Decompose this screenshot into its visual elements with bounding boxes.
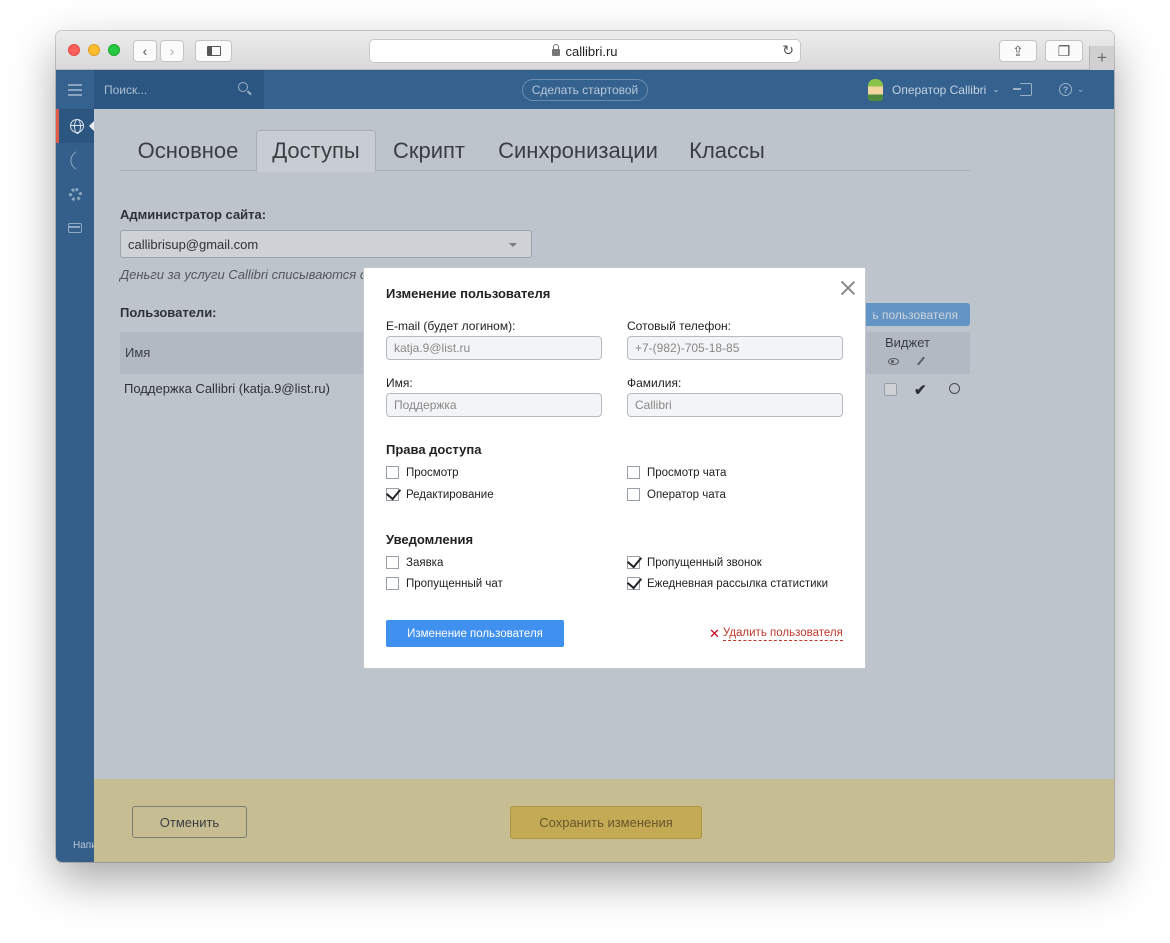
email-field[interactable] (386, 336, 602, 360)
close-icon[interactable] (840, 280, 856, 296)
phone-icon (65, 150, 85, 170)
right-chat-operator-checkbox[interactable]: Оператор чата (627, 488, 726, 501)
tabs-overview-button[interactable]: ❐ (1045, 40, 1083, 62)
url-text: callibri.ru (565, 43, 618, 59)
chevron-right-icon: › (169, 43, 175, 59)
checkbox-checked-icon (627, 577, 640, 590)
chevron-down-icon: ⌄ (992, 84, 1000, 94)
search-icon[interactable] (238, 82, 248, 92)
first-name-field[interactable] (386, 393, 602, 417)
browser-toolbar: ‹ › callibri.ru ↻ ⇪ ❐ + (56, 31, 1114, 70)
checkbox-label: Ежедневная рассылка статистики (647, 577, 829, 590)
forward-button[interactable]: › (160, 40, 184, 62)
app-header: Сделать стартовой Оператор Callibri ⌄ ? … (56, 70, 1114, 109)
menu-button[interactable] (56, 70, 94, 109)
plus-icon: + (1097, 48, 1107, 67)
avatar (868, 78, 883, 101)
credit-card-icon (68, 223, 82, 233)
tabs-icon: ❐ (1057, 42, 1071, 59)
lock-icon (552, 43, 561, 56)
operator-menu[interactable]: Оператор Callibri ⌄ (868, 70, 1000, 109)
right-view-checkbox[interactable]: Просмотр (386, 466, 459, 479)
sidebar-item-billing[interactable] (56, 211, 94, 245)
checkbox-icon (386, 556, 399, 569)
reload-icon[interactable]: ↻ (782, 42, 794, 59)
submit-edit-user-button[interactable]: Изменение пользователя (386, 620, 564, 647)
back-button[interactable]: ‹ (133, 40, 157, 62)
address-bar[interactable]: callibri.ru ↻ (369, 39, 801, 63)
checkbox-label: Заявка (406, 556, 444, 569)
delete-user-link[interactable]: ✕ Удалить пользователя (709, 626, 843, 642)
logout-icon[interactable] (1013, 83, 1032, 96)
checkbox-label: Пропущенный звонок (647, 556, 762, 569)
checkbox-label: Пропущенный чат (406, 577, 503, 590)
close-window-button[interactable] (68, 44, 80, 56)
checkbox-label: Оператор чата (647, 488, 726, 501)
hamburger-icon (68, 88, 82, 91)
checkbox-checked-icon (386, 488, 399, 501)
operator-name: Оператор Callibri (892, 82, 987, 97)
right-chat-view-checkbox[interactable]: Просмотр чата (627, 466, 726, 479)
last-name-label: Фамилия: (627, 376, 682, 390)
globe-icon (69, 119, 84, 134)
chevron-down-icon[interactable]: ⌄ (1077, 84, 1085, 95)
sidebar-item-calls[interactable] (56, 143, 94, 177)
zoom-window-button[interactable] (108, 44, 120, 56)
access-rights-heading: Права доступа (386, 442, 482, 457)
sidebar-icon (206, 46, 221, 56)
checkbox-checked-icon (627, 556, 640, 569)
search-input[interactable] (104, 80, 232, 100)
share-icon: ⇪ (1012, 42, 1024, 59)
notify-missed-chat-checkbox[interactable]: Пропущенный чат (386, 577, 503, 590)
email-label: E-mail (будет логином): (386, 319, 516, 333)
checkbox-icon (386, 577, 399, 590)
sidebar-item-sites[interactable] (56, 109, 95, 143)
checkbox-icon (627, 488, 640, 501)
make-start-page-button[interactable]: Сделать стартовой (522, 79, 648, 101)
checkbox-label: Просмотр (406, 466, 459, 479)
right-edit-checkbox[interactable]: Редактирование (386, 488, 494, 501)
sidebar-toggle-button[interactable] (195, 40, 232, 62)
minimize-window-button[interactable] (88, 44, 100, 56)
browser-window: ‹ › callibri.ru ↻ ⇪ ❐ + Сделать стартово… (56, 31, 1114, 862)
lifebuoy-icon (68, 187, 82, 201)
help-icon[interactable]: ? (1059, 83, 1072, 96)
checkbox-icon (627, 466, 640, 479)
notify-request-checkbox[interactable]: Заявка (386, 556, 443, 569)
sidebar-item-support[interactable] (56, 177, 94, 211)
first-name-label: Имя: (386, 376, 413, 390)
checkbox-label: Просмотр чата (647, 466, 727, 479)
notify-daily-stats-checkbox[interactable]: Ежедневная рассылка статистики (627, 577, 828, 590)
modal-title: Изменение пользователя (386, 286, 551, 301)
notifications-heading: Уведомления (386, 532, 474, 547)
close-icon: ✕ (709, 626, 720, 641)
new-tab-button[interactable]: + (1089, 46, 1114, 70)
checkbox-icon (386, 466, 399, 479)
sidebar: Напи (56, 109, 97, 862)
delete-user-label: Удалить пользователя (722, 627, 843, 641)
notify-missed-call-checkbox[interactable]: Пропущенный звонок (627, 556, 762, 569)
share-button[interactable]: ⇪ (999, 40, 1037, 62)
search-box (94, 70, 264, 109)
chevron-left-icon: ‹ (142, 43, 148, 59)
checkbox-label: Редактирование (406, 488, 494, 501)
edit-user-modal: Изменение пользователя E-mail (будет лог… (363, 267, 866, 669)
phone-field[interactable] (627, 336, 843, 360)
last-name-field[interactable] (627, 393, 843, 417)
phone-label: Сотовый телефон: (627, 319, 731, 333)
